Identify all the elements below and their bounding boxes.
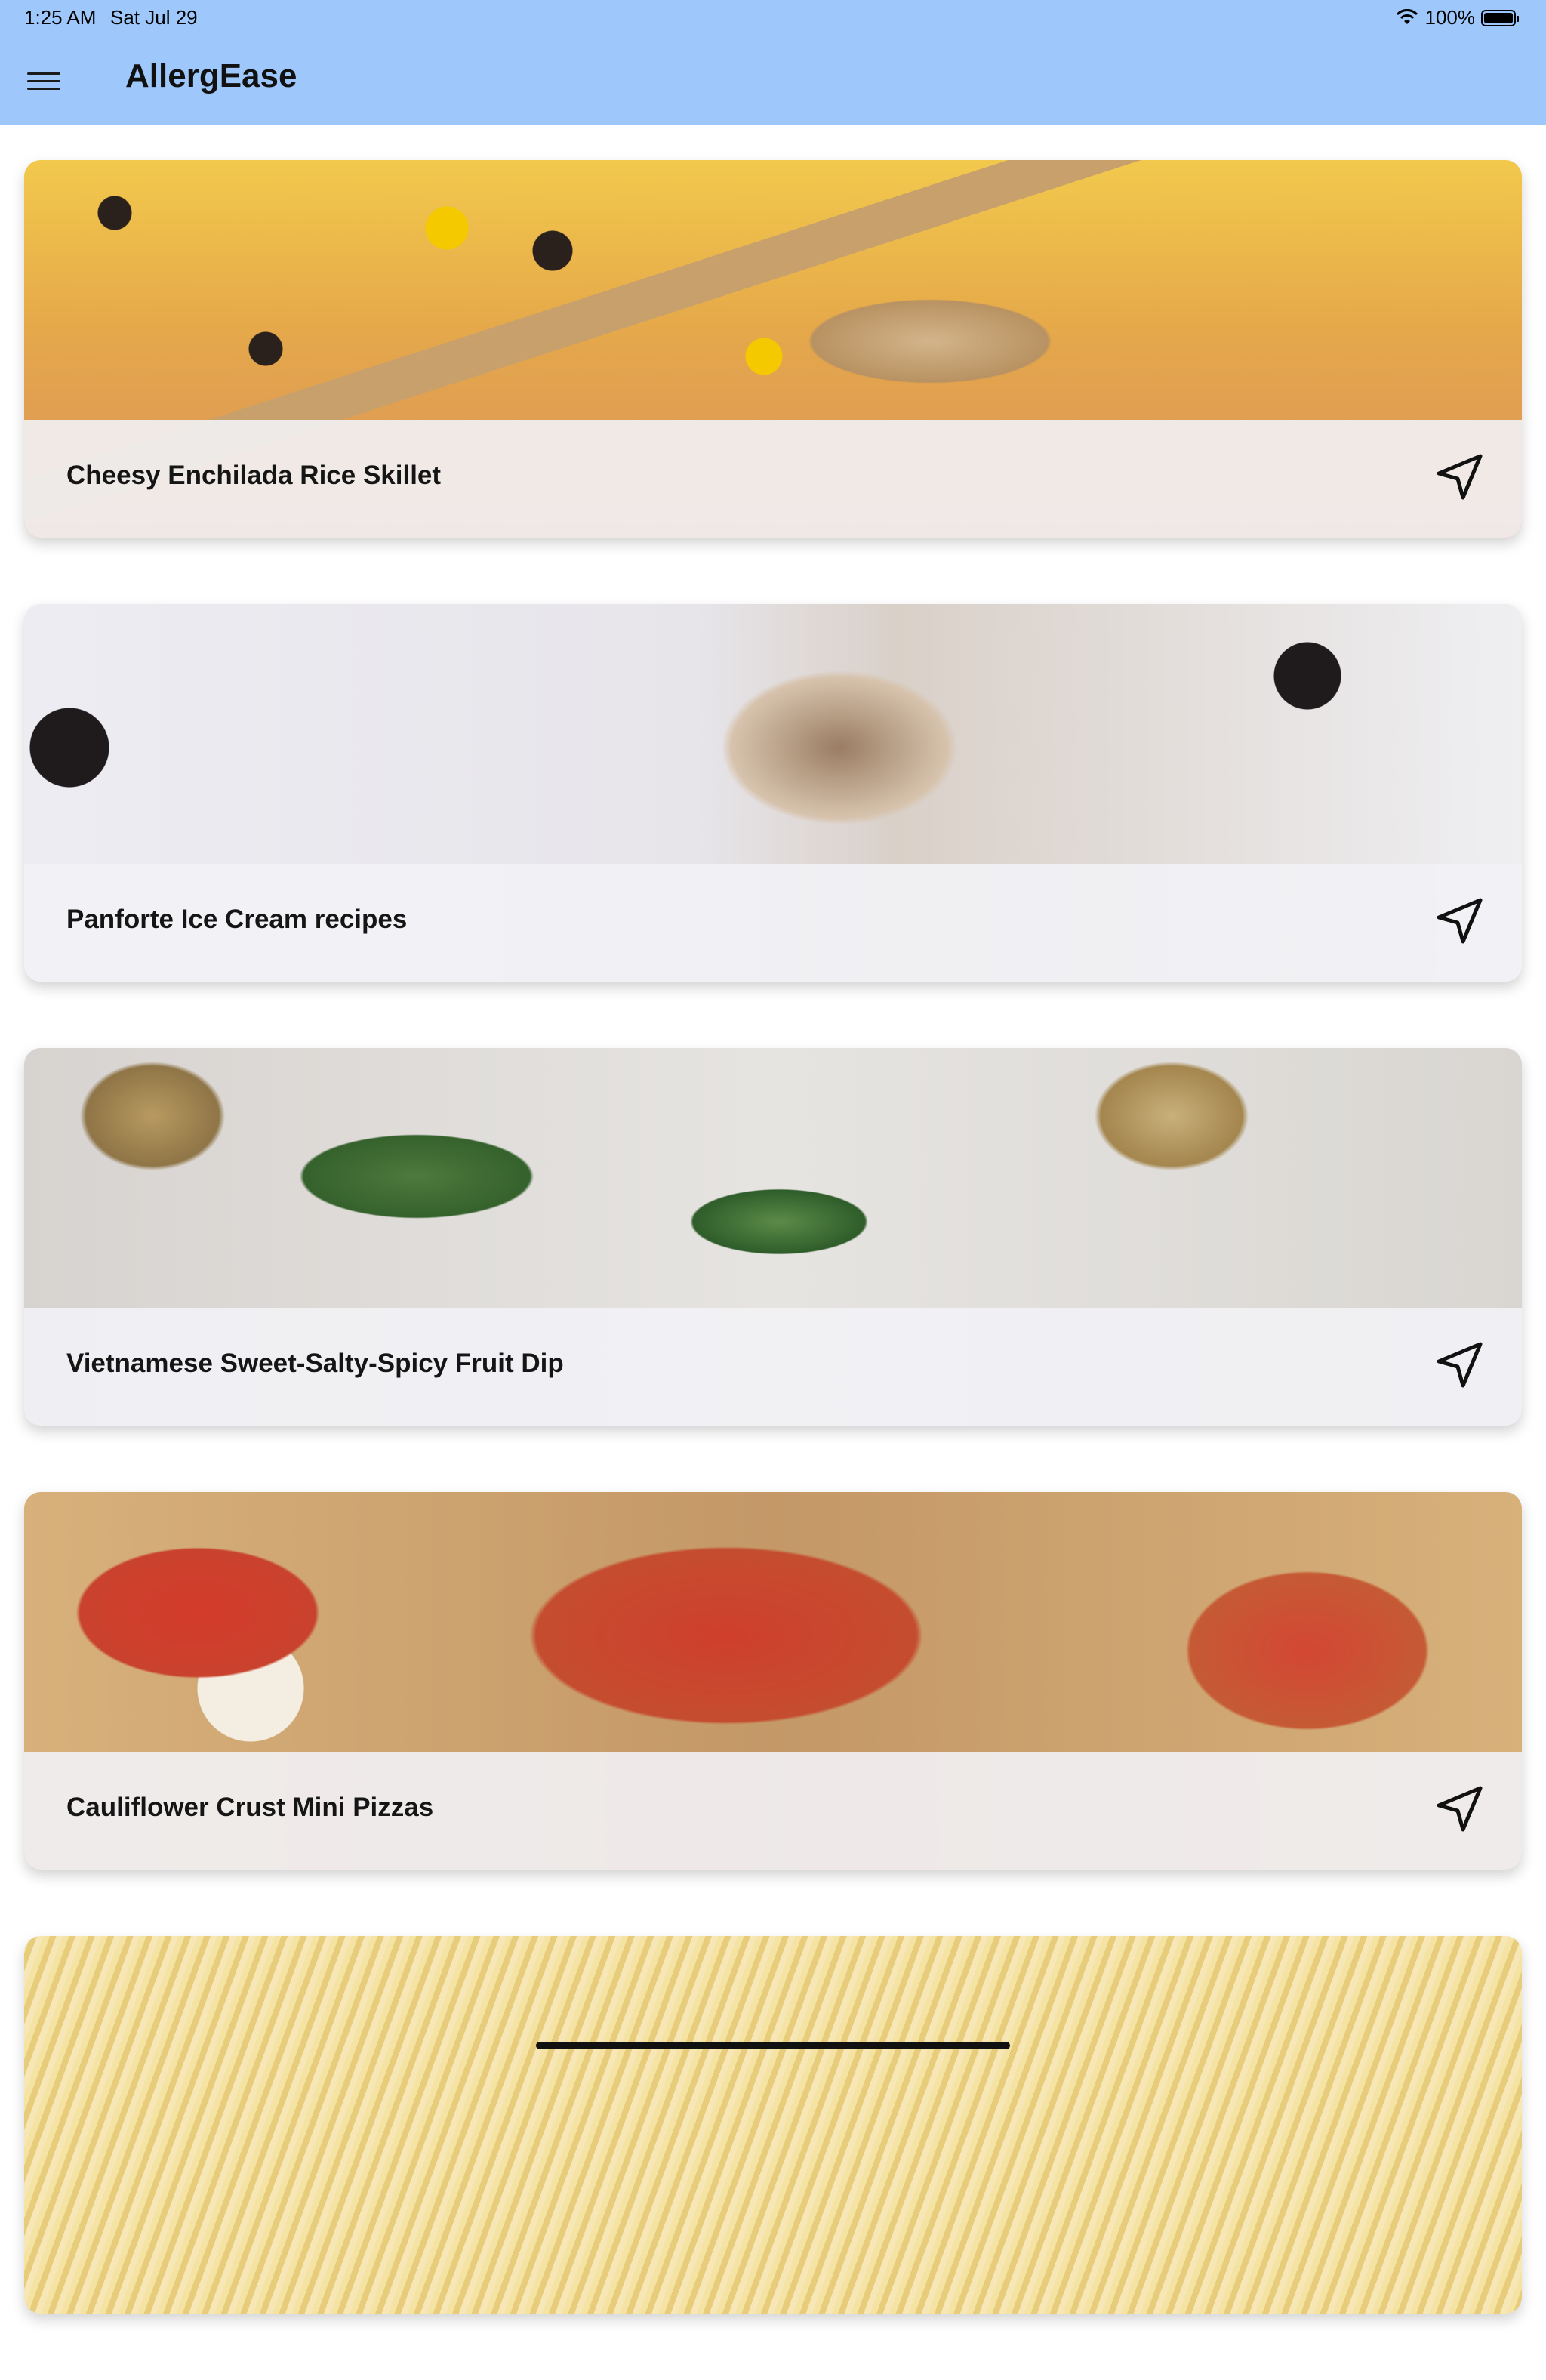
- recipe-card[interactable]: Cheesy Enchilada Rice Skillet: [24, 160, 1522, 538]
- recipe-title: Cauliflower Crust Mini Pizzas: [66, 1793, 434, 1822]
- recipe-image: [24, 1936, 1522, 2314]
- status-time: 1:25 AM: [24, 6, 97, 29]
- menu-button[interactable]: [23, 66, 65, 97]
- recipe-title: Panforte Ice Cream recipes: [66, 905, 408, 934]
- card-footer: Cauliflower Crust Mini Pizzas: [24, 1752, 1522, 1870]
- recipe-card[interactable]: Panforte Ice Cream recipes: [24, 604, 1522, 982]
- navigation-arrow-icon[interactable]: [1433, 1782, 1487, 1836]
- card-footer: Cheesy Enchilada Rice Skillet: [24, 420, 1522, 538]
- wifi-icon: [1396, 8, 1418, 24]
- card-footer: Vietnamese Sweet-Salty-Spicy Fruit Dip: [24, 1308, 1522, 1426]
- recipe-title: Cheesy Enchilada Rice Skillet: [66, 461, 442, 490]
- recipe-card[interactable]: [24, 1936, 1522, 2314]
- hamburger-menu-icon: [27, 88, 60, 90]
- home-indicator[interactable]: [536, 2042, 1010, 2049]
- app-title: AllergEase: [125, 57, 297, 94]
- navigation-arrow-icon[interactable]: [1433, 894, 1487, 948]
- card-footer: Panforte Ice Cream recipes: [24, 864, 1522, 982]
- battery-percentage: 100%: [1424, 6, 1476, 29]
- app-bar: 1:25 AM Sat Jul 29 100% AllergEase: [0, 0, 1546, 125]
- status-right-group: 100%: [1395, 6, 1519, 29]
- hamburger-menu-icon: [27, 80, 60, 82]
- navigation-arrow-icon[interactable]: [1433, 1338, 1487, 1392]
- status-bar: 1:25 AM Sat Jul 29 100%: [0, 0, 1546, 33]
- status-date: Sat Jul 29: [110, 6, 198, 29]
- battery-icon: [1481, 9, 1519, 26]
- hamburger-menu-icon: [27, 72, 60, 75]
- navigation-arrow-icon[interactable]: [1433, 450, 1487, 504]
- recipe-title: Vietnamese Sweet-Salty-Spicy Fruit Dip: [66, 1349, 564, 1378]
- recipe-card[interactable]: Cauliflower Crust Mini Pizzas: [24, 1492, 1522, 1870]
- recipe-card[interactable]: Vietnamese Sweet-Salty-Spicy Fruit Dip: [24, 1048, 1522, 1426]
